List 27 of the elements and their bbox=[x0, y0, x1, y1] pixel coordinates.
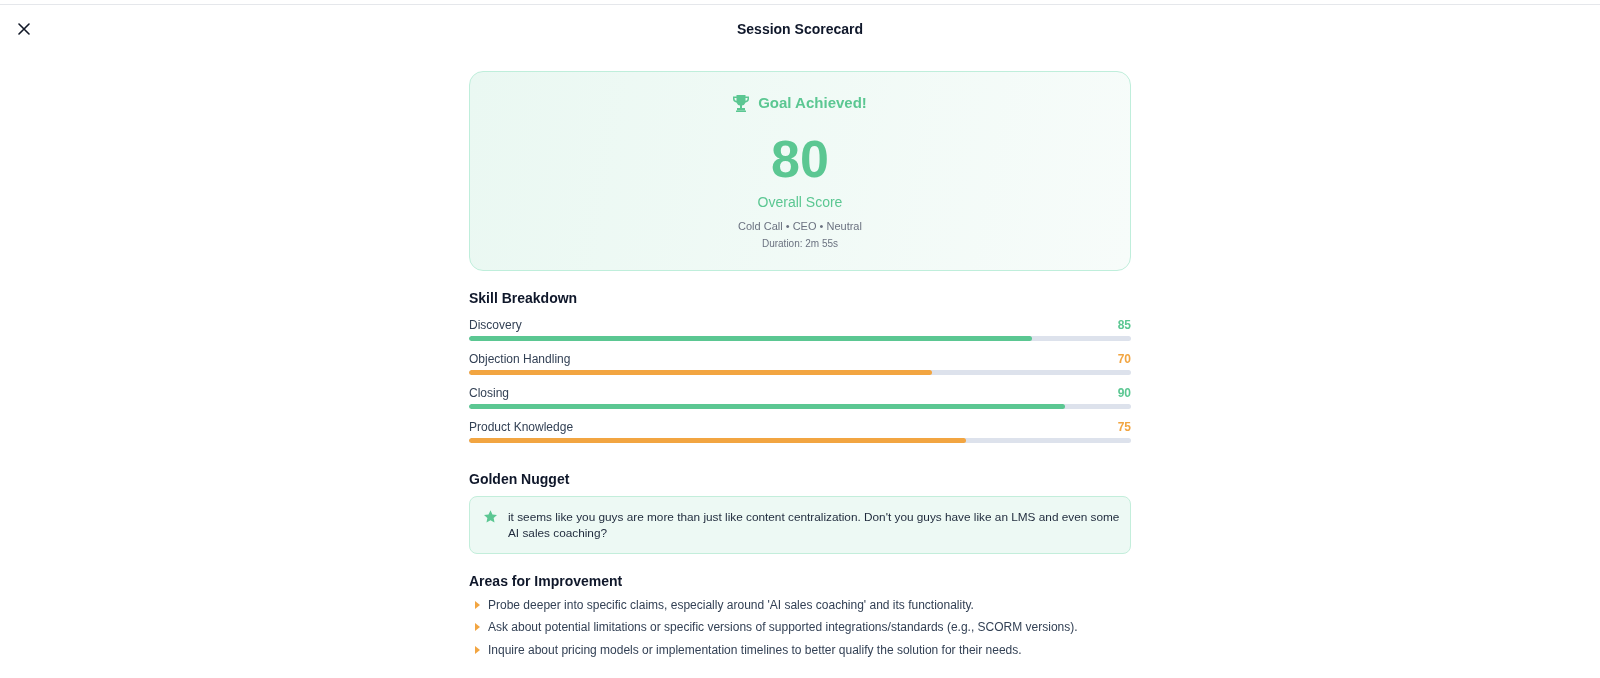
session-duration: Duration: 2m 55s bbox=[761, 237, 839, 251]
improvement-item: Ask about potential limitations or specific versions of supported integrations/standards (e.g., SCORM versions). bbox=[488, 619, 1078, 635]
skill-name: Discovery bbox=[469, 317, 522, 333]
skill-score: 85 bbox=[1117, 317, 1131, 333]
improvement-item: Inquire about pricing models or implementation timelines to better qualify the solution for their needs. bbox=[488, 641, 1022, 658]
nugget-quote: it seems like you guys are more than just like content centralization. Don't you guys have like an LMS and even some AI sales coaching? bbox=[508, 509, 1121, 541]
section-heading: Golden Nugget bbox=[469, 470, 570, 488]
caret-icon bbox=[475, 623, 480, 631]
score-label: Overall Score bbox=[757, 193, 843, 211]
close-icon bbox=[18, 23, 30, 35]
skill-name: Closing bbox=[469, 385, 510, 401]
skill-name: Product Knowledge bbox=[469, 419, 574, 435]
section-heading: Areas for Improvement bbox=[469, 572, 623, 590]
caret-icon bbox=[475, 600, 480, 609]
overall-score: 80 bbox=[771, 129, 829, 189]
skill-name: Objection Handling bbox=[469, 351, 571, 367]
skill-score: 70 bbox=[1117, 351, 1131, 367]
caret-icon bbox=[475, 645, 480, 654]
skill-score: 90 bbox=[1117, 385, 1131, 401]
trophy-icon bbox=[733, 94, 750, 112]
goal-status: Goal Achieved! bbox=[758, 93, 867, 113]
section-heading: Skill Breakdown bbox=[469, 289, 578, 307]
star-icon bbox=[484, 510, 497, 523]
improvement-item: Probe deeper into specific claims, especially around 'AI sales coaching' and its functionality. bbox=[488, 596, 974, 613]
skill-score: 75 bbox=[1117, 419, 1131, 435]
page-title: Session Scorecard bbox=[736, 20, 864, 38]
session-details: Cold Call • CEO • Neutral bbox=[738, 219, 862, 234]
